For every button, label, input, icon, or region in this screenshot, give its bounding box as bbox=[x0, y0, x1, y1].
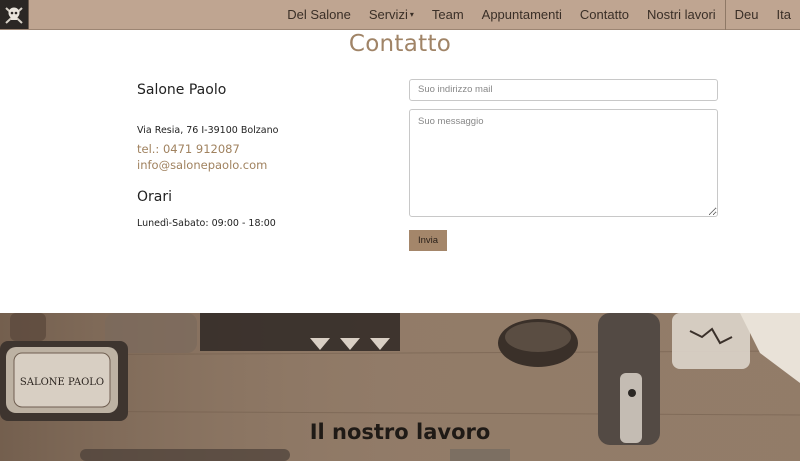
caret-down-icon: ▾ bbox=[409, 10, 414, 19]
nav-item-appuntamenti[interactable]: Appuntamenti bbox=[473, 0, 571, 30]
tin-label: SALONE PAOLO bbox=[20, 377, 104, 388]
contact-info: Salone Paolo Via Resia, 76 I-39100 Bolza… bbox=[137, 82, 377, 229]
navbar: Del Salone Servizi ▾ Team Appuntamenti Co… bbox=[0, 0, 800, 30]
language-deu[interactable]: Deu bbox=[726, 0, 768, 30]
email-field[interactable] bbox=[409, 78, 718, 101]
phone-link[interactable]: tel.: 0471 912087 bbox=[137, 142, 377, 156]
skull-logo-icon[interactable] bbox=[0, 0, 29, 29]
send-button[interactable]: Invia bbox=[409, 229, 447, 251]
message-field[interactable] bbox=[409, 108, 718, 217]
nav-item-del-salone[interactable]: Del Salone bbox=[278, 0, 360, 30]
salon-name: Salone Paolo bbox=[137, 82, 227, 98]
email-link[interactable]: info@salonepaolo.com bbox=[137, 158, 377, 172]
opening-hours: Lunedì-Sabato: 09:00 - 18:00 bbox=[137, 218, 276, 229]
nav-item-contatto[interactable]: Contatto bbox=[571, 0, 638, 30]
contact-form: Invia bbox=[409, 77, 719, 251]
hours-title: Orari bbox=[137, 189, 172, 205]
work-section-title: Il nostro lavoro bbox=[309, 420, 491, 444]
nav-menu: Del Salone Servizi ▾ Team Appuntamenti Co… bbox=[278, 0, 800, 30]
nav-item-servizi[interactable]: Servizi ▾ bbox=[360, 0, 423, 30]
nav-item-team[interactable]: Team bbox=[423, 0, 473, 30]
page-title: Contatto bbox=[348, 31, 452, 57]
nav-item-servizi-label: Servizi bbox=[368, 7, 408, 22]
nav-item-nostri-lavori[interactable]: Nostri lavori bbox=[638, 0, 725, 30]
language-ita[interactable]: Ita bbox=[768, 0, 800, 30]
address: Via Resia, 76 I-39100 Bolzano bbox=[137, 125, 279, 136]
